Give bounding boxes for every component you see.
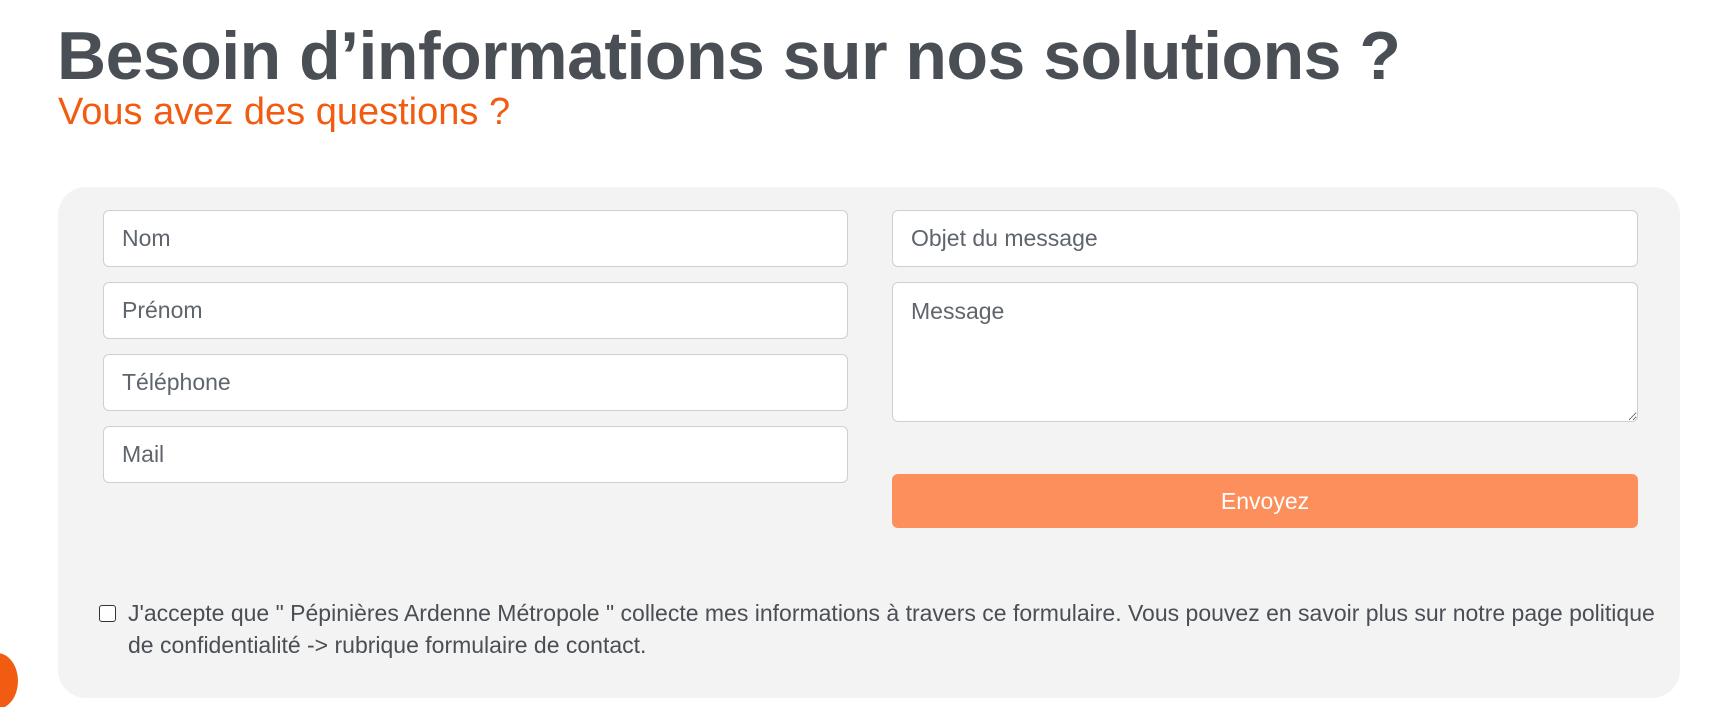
telephone-field[interactable] [103, 354, 848, 411]
consent-checkbox[interactable] [99, 605, 116, 622]
nom-field[interactable] [103, 210, 848, 267]
mail-field[interactable] [103, 426, 848, 483]
objet-field[interactable] [892, 210, 1638, 267]
chat-bubble-icon[interactable] [0, 653, 18, 707]
message-field[interactable] [892, 282, 1638, 422]
contact-page: Besoin d’informations sur nos solutions … [0, 0, 1734, 707]
page-title: Besoin d’informations sur nos solutions … [57, 18, 1401, 94]
prenom-field[interactable] [103, 282, 848, 339]
page-subtitle: Vous avez des questions ? [58, 91, 511, 133]
contact-form: Envoyez J'accepte que " Pépinières Arden… [58, 187, 1680, 698]
send-button[interactable]: Envoyez [892, 474, 1638, 528]
consent-text: J'accepte que " Pépinières Ardenne Métro… [128, 600, 1655, 658]
consent-row[interactable]: J'accepte que " Pépinières Ardenne Métro… [99, 597, 1659, 661]
